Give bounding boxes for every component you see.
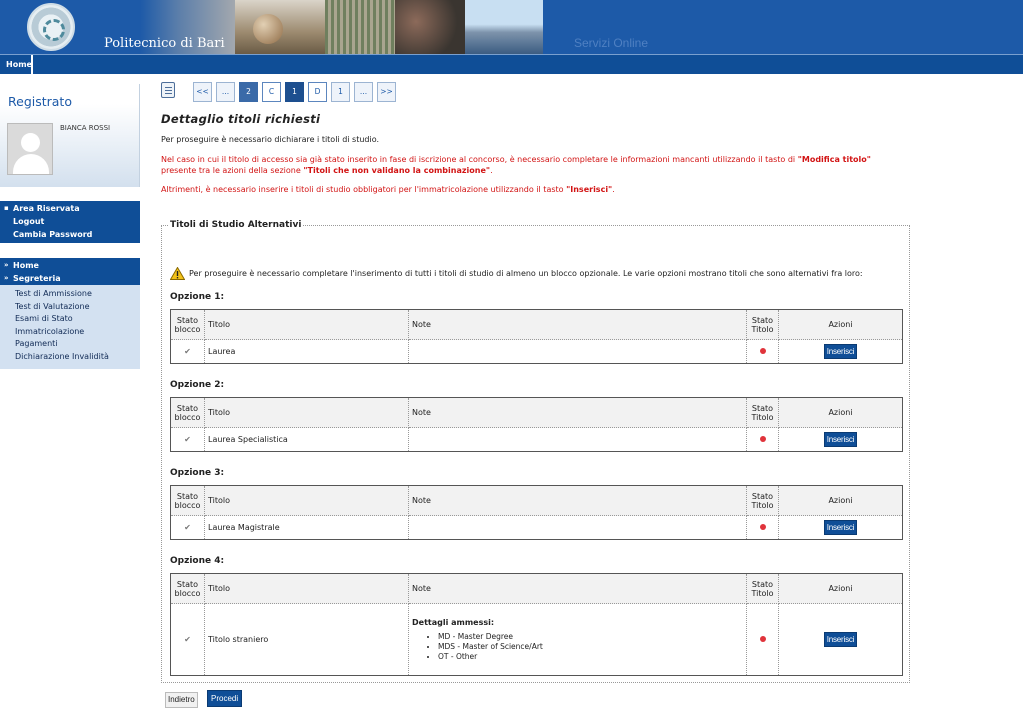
reserved-area-menu: Area Riservata Logout Cambia Password	[0, 201, 140, 243]
status-dot-icon	[746, 427, 779, 452]
proceed-button[interactable]: Procedi	[207, 690, 243, 707]
pager-first[interactable]: <<	[193, 82, 212, 102]
check-icon: ✔	[170, 603, 205, 676]
option-table: Stato blocco Titolo Note Stato Titolo Azio…	[170, 309, 903, 364]
menu-logout[interactable]: Logout	[0, 215, 140, 228]
submenu-test-ammissione[interactable]: Test di Ammissione	[0, 288, 140, 301]
details-item: MD - Master Degree	[438, 632, 743, 642]
warning-text-1: Nel caso in cui il titolo di accesso sia…	[161, 155, 871, 175]
nav-home-link[interactable]: Home	[0, 55, 33, 74]
header-titolo: Titolo	[204, 485, 409, 516]
header-titolo: Titolo	[204, 309, 409, 340]
option-table: Stato blocco Titolo Note Stato Titolo Azio…	[170, 485, 903, 540]
option-label: Opzione 3:	[170, 468, 225, 478]
pager-step[interactable]: C	[262, 82, 281, 102]
header-stato-titolo: Stato Titolo	[746, 397, 779, 428]
header-azioni: Azioni	[778, 397, 903, 428]
header-note: Note	[408, 573, 747, 604]
header-note: Note	[408, 309, 747, 340]
inserisci-button[interactable]: Inserisci	[823, 344, 858, 359]
note-cell	[408, 515, 747, 540]
menu-home[interactable]: Home	[0, 259, 140, 272]
note-cell	[408, 339, 747, 364]
titolo-cell: Laurea Specialistica	[204, 427, 409, 452]
header-stato-titolo: Stato Titolo	[746, 309, 779, 340]
pager-ellipsis-right[interactable]: ...	[354, 82, 373, 102]
details-item: OT - Other	[438, 652, 743, 662]
check-icon: ✔	[170, 515, 205, 540]
status-dot-icon	[746, 515, 779, 540]
fieldset-legend: Titoli di Studio Alternativi	[170, 220, 302, 230]
header-titolo: Titolo	[204, 573, 409, 604]
submenu-immatricolazione[interactable]: Immatricolazione	[0, 326, 140, 339]
pager-step[interactable]: D	[308, 82, 327, 102]
page-title: Dettaglio titoli richiesti	[161, 112, 321, 126]
header-note: Note	[408, 485, 747, 516]
option-label: Opzione 2:	[170, 380, 225, 390]
notice-text: Per proseguire è necessario completare l…	[189, 269, 863, 278]
warning-icon	[170, 267, 185, 280]
option-table: Stato blocco Titolo Note Stato Titolo Azio…	[170, 573, 903, 676]
services-label: Servizi Online	[574, 36, 649, 50]
pager-step[interactable]: 2	[239, 82, 258, 102]
header-azioni: Azioni	[778, 573, 903, 604]
alternative-titles-fieldset: Titoli di Studio Alternativi Per prosegu…	[161, 220, 910, 683]
submenu-dichiarazione-invalidita[interactable]: Dichiarazione Invalidità	[0, 351, 140, 364]
header-azioni: Azioni	[778, 485, 903, 516]
step-pager: << ... 2 C 1 D 1 ... >>	[161, 81, 400, 103]
option-label: Opzione 4:	[170, 556, 225, 566]
pager-step[interactable]: 1	[331, 82, 350, 102]
menu-segreteria[interactable]: Segreteria	[0, 272, 140, 285]
menu-area-riservata[interactable]: Area Riservata	[0, 202, 140, 215]
brand-name: Politecnico di Bari	[104, 36, 225, 51]
submenu-esami-stato[interactable]: Esami di Stato	[0, 313, 140, 326]
titolo-cell: Laurea	[204, 339, 409, 364]
header-note: Note	[408, 397, 747, 428]
note-cell: Dettagli ammessi: MD - Master Degree MDS…	[408, 603, 747, 676]
header-stato-titolo: Stato Titolo	[746, 485, 779, 516]
submenu-pagamenti[interactable]: Pagamenti	[0, 338, 140, 351]
option-label: Opzione 1:	[170, 292, 225, 302]
header-azioni: Azioni	[778, 309, 903, 340]
header-stato-blocco: Stato blocco	[170, 397, 205, 428]
segreteria-submenu: Test di Ammissione Test di Valutazione E…	[0, 285, 140, 369]
status-dot-icon	[746, 603, 779, 676]
header-stato-blocco: Stato blocco	[170, 309, 205, 340]
user-role-title: Registrato	[8, 94, 72, 109]
check-icon: ✔	[170, 339, 205, 364]
submenu-test-valutazione[interactable]: Test di Valutazione	[0, 301, 140, 314]
back-button[interactable]: Indietro	[165, 692, 198, 708]
header-stato-titolo: Stato Titolo	[746, 573, 779, 604]
clipboard-icon	[161, 82, 175, 98]
menu-cambia-password[interactable]: Cambia Password	[0, 228, 140, 241]
titolo-cell: Titolo straniero	[204, 603, 409, 676]
pager-current-step[interactable]: 1	[285, 82, 304, 102]
avatar	[7, 123, 53, 175]
warning-text-2: Altrimenti, è necessario inserire i tito…	[161, 185, 615, 194]
top-navbar: Home	[0, 54, 1023, 74]
titolo-cell: Laurea Magistrale	[204, 515, 409, 540]
site-header: Politecnico di Bari Servizi Online	[0, 0, 1023, 54]
header-stato-blocco: Stato blocco	[170, 485, 205, 516]
intro-text: Per proseguire è necessario dichiarare i…	[161, 135, 380, 144]
main-menu: Home Segreteria Test di Ammissione Test …	[0, 258, 140, 369]
details-item: MDS - Master of Science/Art	[438, 642, 743, 652]
note-cell	[408, 427, 747, 452]
details-list: MD - Master Degree MDS - Master of Scien…	[412, 632, 743, 662]
pager-ellipsis-left[interactable]: ...	[216, 82, 235, 102]
status-dot-icon	[746, 339, 779, 364]
header-stato-blocco: Stato blocco	[170, 573, 205, 604]
inserisci-button[interactable]: Inserisci	[823, 432, 858, 447]
notice: Per proseguire è necessario completare l…	[170, 267, 863, 280]
user-box: Registrato BIANCA ROSSI	[0, 84, 140, 187]
pager-last[interactable]: >>	[377, 82, 396, 102]
university-logo[interactable]	[27, 3, 75, 51]
details-title: Dettagli ammessi:	[412, 617, 495, 627]
inserisci-button[interactable]: Inserisci	[823, 520, 858, 535]
user-name: BIANCA ROSSI	[60, 124, 111, 132]
inserisci-button[interactable]: Inserisci	[823, 632, 858, 647]
option-table: Stato blocco Titolo Note Stato Titolo Azio…	[170, 397, 903, 452]
check-icon: ✔	[170, 427, 205, 452]
header-titolo: Titolo	[204, 397, 409, 428]
